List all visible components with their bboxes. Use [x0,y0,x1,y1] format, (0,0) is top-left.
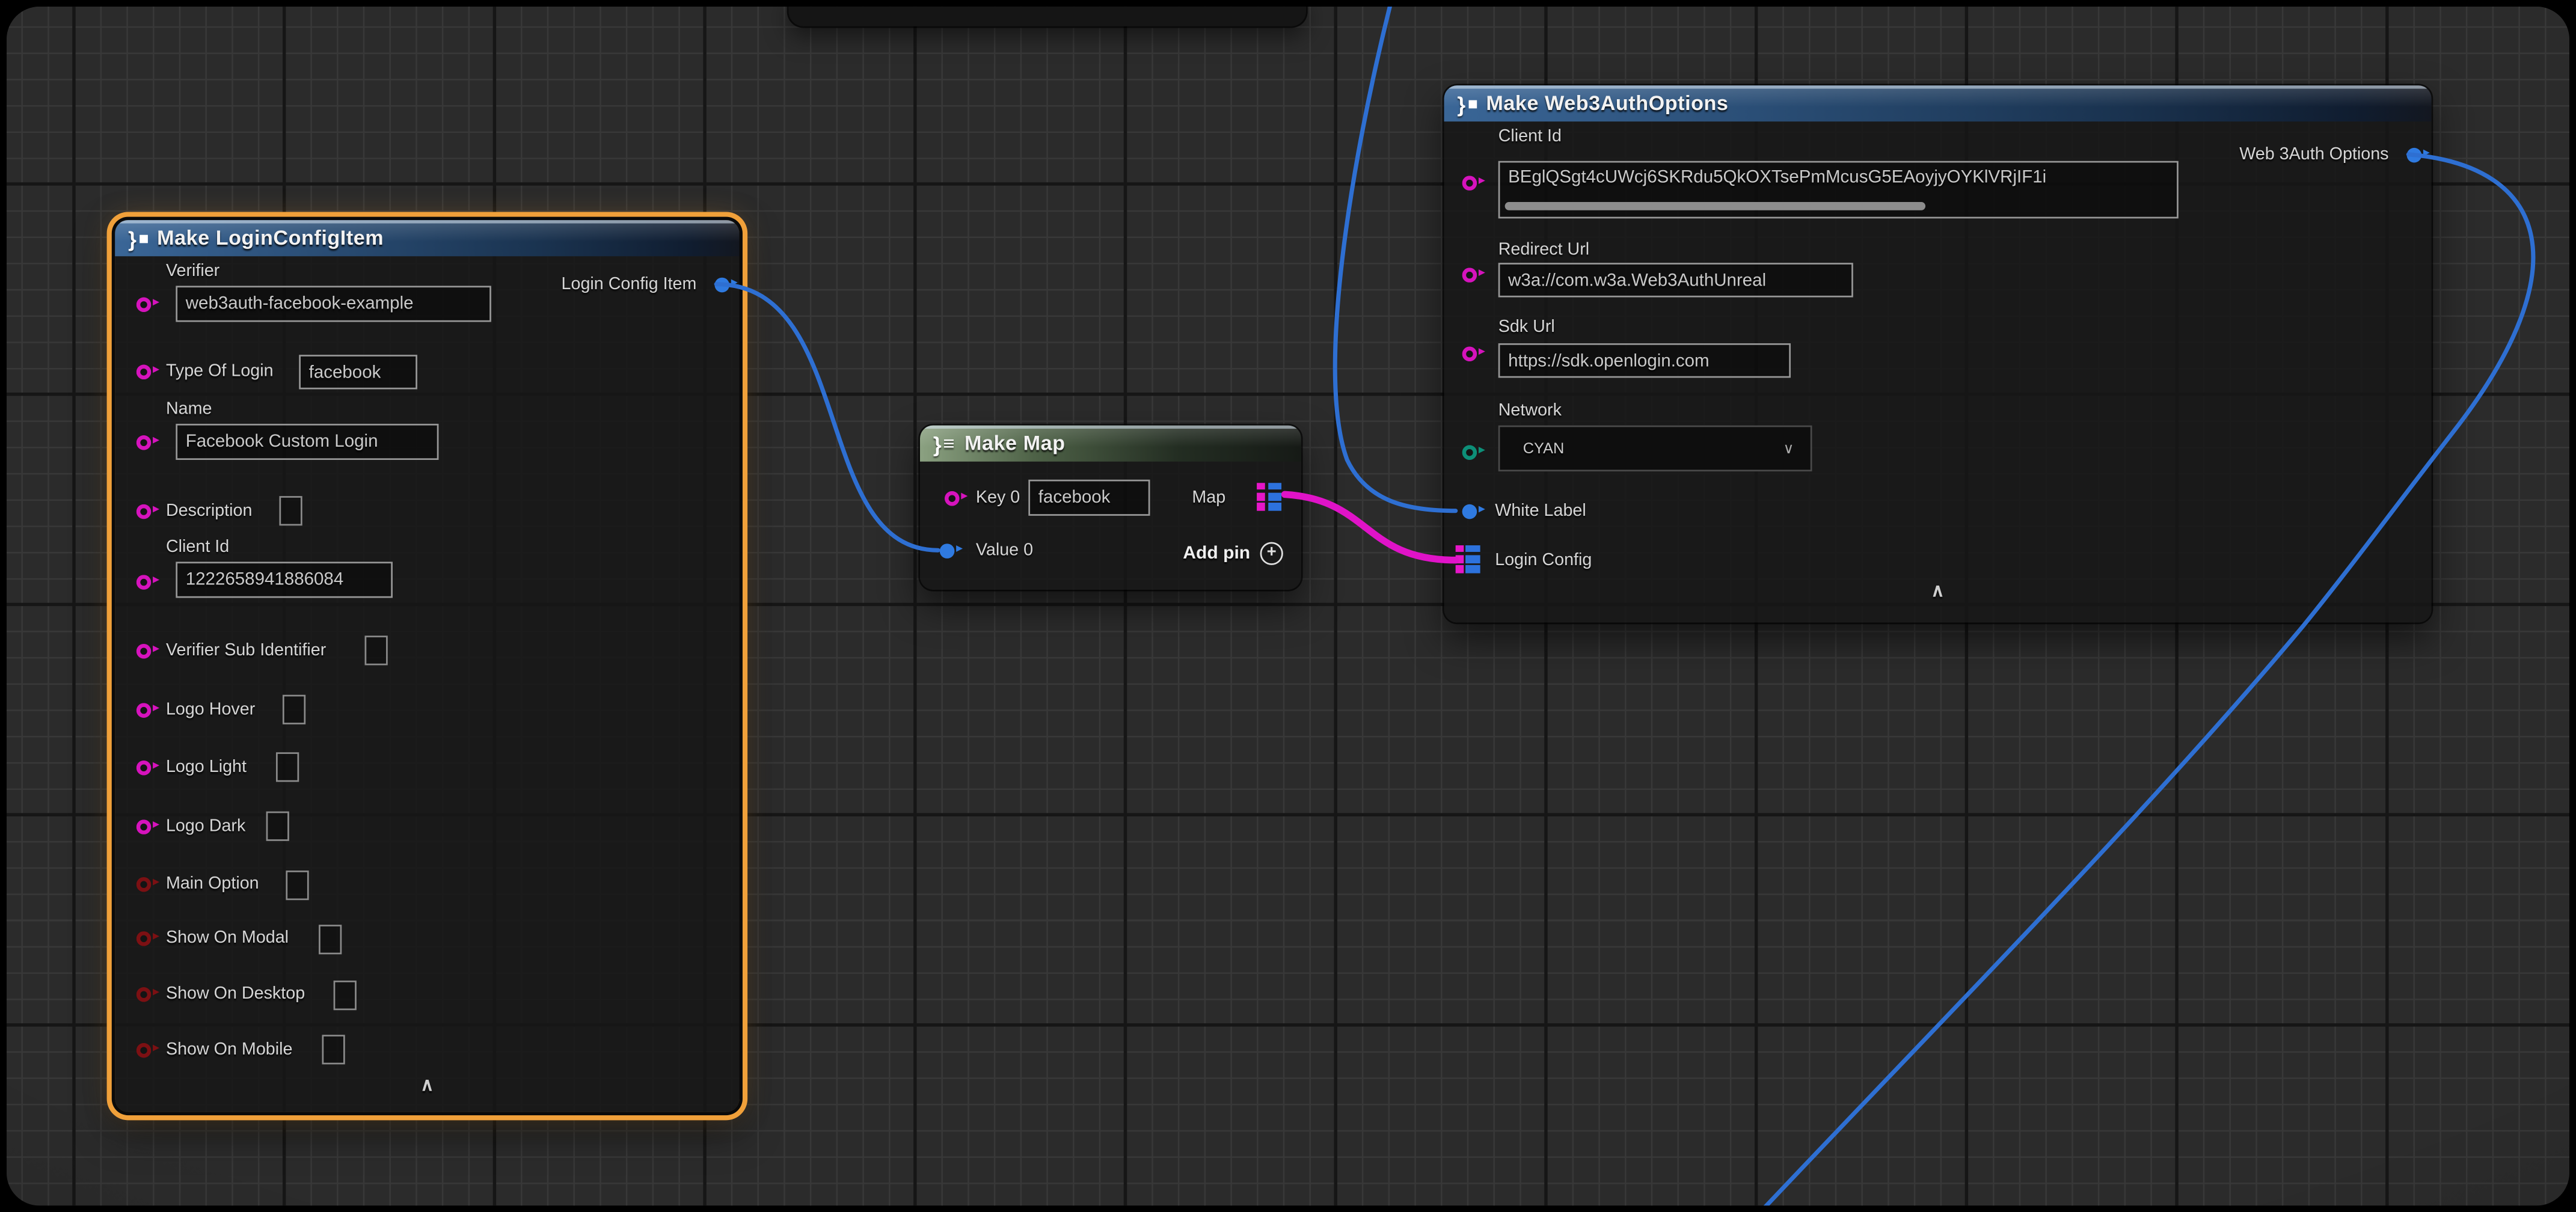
node-header[interactable]: }≡ Make Map [920,426,1301,462]
client-id-pin[interactable] [1462,175,1477,190]
map-output-label: Map [1192,488,1225,507]
value0-label: Value 0 [976,540,1033,560]
show-on-desktop-pin[interactable] [136,987,152,1002]
main-option-pin[interactable] [136,877,152,892]
node-make-loginconfigitem[interactable]: } Make LoginConfigItem Login Config Item… [115,220,739,1112]
key0-label: Key 0 [976,488,1020,507]
client-id-field[interactable]: 1222658941886084 [176,562,393,598]
main-option-checkbox[interactable] [286,871,308,900]
verifier-field[interactable]: web3auth-facebook-example [176,286,491,322]
logo-dark-pin[interactable] [136,819,152,834]
type-of-login-field[interactable]: facebook [299,355,417,389]
show-on-desktop-checkbox[interactable] [334,981,357,1010]
node-title: Make Map [964,432,1066,455]
description-pin[interactable] [136,503,152,518]
sdk-url-field[interactable]: https://sdk.openlogin.com [1498,343,1791,378]
logo-hover-field[interactable] [283,695,305,724]
white-label-label: White Label [1495,501,1586,521]
node-header[interactable]: } Make Web3AuthOptions [1444,85,2432,121]
description-label: Description [166,501,253,521]
field-scrollbar[interactable] [1505,202,1925,210]
node-header[interactable]: } Make LoginConfigItem [115,220,739,256]
wire-top-to-whitelabel[interactable] [1335,7,1455,511]
verifier-label: Verifier [166,261,219,281]
name-field[interactable]: Facebook Custom Login [176,424,438,460]
show-on-mobile-pin[interactable] [136,1042,152,1057]
node-title: Make LoginConfigItem [157,227,384,249]
type-of-login-label: Type Of Login [166,361,274,381]
logo-hover-label: Logo Hover [166,700,255,720]
make-struct-icon: } [128,227,147,249]
output-label: Web 3Auth Options [2239,144,2388,164]
sdk-url-pin[interactable] [1462,346,1477,361]
show-on-mobile-label: Show On Mobile [166,1039,293,1059]
verifier-sub-identifier-pin[interactable] [136,643,152,658]
add-pin-button[interactable]: Add pin + [1183,542,1283,565]
output-label: Login Config Item [562,274,697,294]
logo-hover-pin[interactable] [136,702,152,717]
verifier-sub-identifier-field[interactable] [365,635,388,665]
offscreen-node[interactable] [788,7,1306,26]
node-make-map[interactable]: }≡ Make Map Key 0 facebook Map Value 0 A… [920,426,1301,590]
show-on-desktop-label: Show On Desktop [166,984,305,1004]
add-pin-plus-icon: + [1260,542,1283,565]
network-label: Network [1498,401,1562,421]
type-of-login-pin[interactable] [136,364,152,379]
verifier-pin[interactable] [136,296,152,311]
login-config-label: Login Config [1495,550,1592,570]
verifier-sub-identifier-label: Verifier Sub Identifier [166,641,326,661]
collapse-chevron-icon[interactable]: ∧ [115,1077,739,1095]
map-output-pin[interactable] [1257,483,1281,510]
make-struct-icon: } [1457,93,1476,114]
show-on-modal-pin[interactable] [136,931,152,946]
client-id-pin[interactable] [136,574,152,589]
client-id-label: Client Id [166,537,229,557]
wire-map-to-loginconfig[interactable] [1285,494,1456,560]
logo-light-pin[interactable] [136,760,152,775]
value0-pin[interactable] [940,543,955,558]
key0-field[interactable]: facebook [1028,480,1150,516]
login-config-pin[interactable] [1456,545,1480,573]
key0-pin[interactable] [944,491,959,506]
network-value: CYAN [1523,440,1783,456]
node-make-web3authoptions[interactable]: } Make Web3AuthOptions Web 3Auth Options… [1444,85,2432,622]
network-pin[interactable] [1462,444,1477,459]
client-id-field[interactable]: BEglQSgt4cUWcj6SKRdu5QkOXTsePmMcusG5EAoy… [1498,161,2179,219]
white-label-pin[interactable] [1462,503,1477,518]
dropdown-chevron-icon: ∨ [1783,439,1794,458]
make-map-icon: }≡ [933,433,955,454]
name-pin[interactable] [136,435,152,450]
blueprint-editor: } Make LoginConfigItem Login Config Item… [0,0,2576,1212]
description-field[interactable] [279,496,302,525]
redirect-url-field[interactable]: w3a://com.w3a.Web3AuthUnreal [1498,263,1853,297]
blueprint-canvas[interactable]: } Make LoginConfigItem Login Config Item… [7,7,2569,1205]
show-on-mobile-checkbox[interactable] [322,1035,345,1064]
show-on-modal-label: Show On Modal [166,928,289,948]
collapse-chevron-icon[interactable]: ∧ [1444,583,2432,601]
client-id-label: Client Id [1498,126,1562,146]
redirect-url-pin[interactable] [1462,267,1477,282]
logo-dark-label: Logo Dark [166,816,245,836]
logo-light-field[interactable] [276,752,299,782]
network-dropdown[interactable]: CYAN ∨ [1498,426,1812,471]
add-pin-label: Add pin [1183,543,1250,563]
name-label: Name [166,399,212,419]
node-title: Make Web3AuthOptions [1486,92,1728,115]
logo-dark-field[interactable] [266,812,289,841]
redirect-url-label: Redirect Url [1498,240,1589,260]
show-on-modal-checkbox[interactable] [319,925,342,954]
sdk-url-label: Sdk Url [1498,317,1555,337]
wire-loginconfigitem-to-value0[interactable] [716,284,938,551]
main-option-label: Main Option [166,874,259,893]
logo-light-label: Logo Light [166,758,247,777]
